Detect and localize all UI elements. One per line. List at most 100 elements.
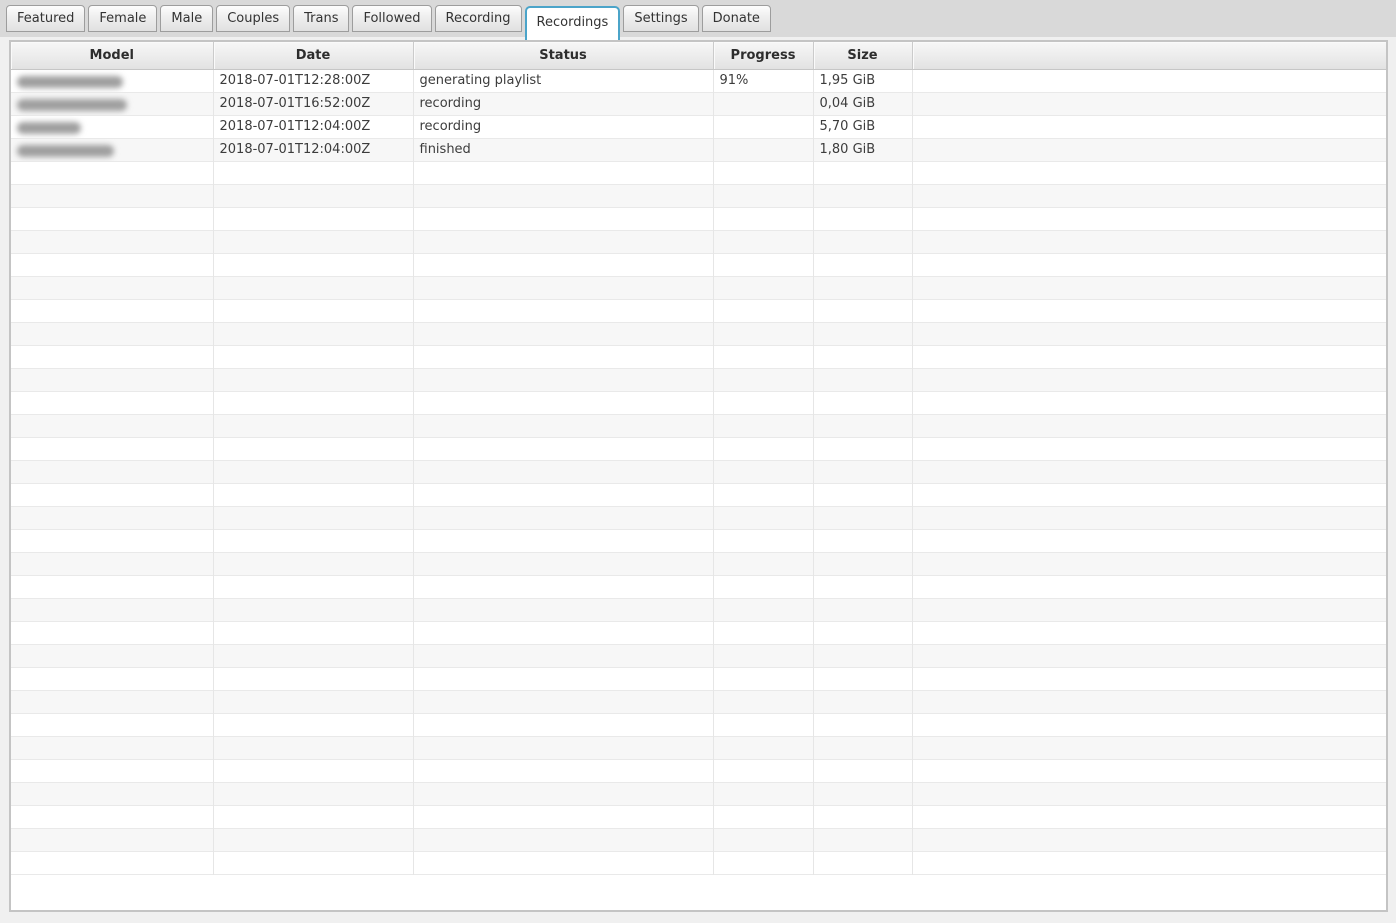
cell-size (813, 437, 912, 460)
table-row-empty (11, 644, 1386, 667)
table-body: 2018-07-01T12:28:00Zgenerating playlist9… (11, 69, 1386, 874)
cell-status (413, 690, 713, 713)
column-header-date[interactable]: Date (213, 42, 413, 69)
cell-progress (713, 506, 813, 529)
column-header-model[interactable]: Model (11, 42, 213, 69)
table-header-row: ModelDateStatusProgressSize (11, 42, 1386, 69)
table-row-empty (11, 690, 1386, 713)
cell-date (213, 782, 413, 805)
tab-female[interactable]: Female (88, 5, 157, 32)
cell-size (813, 253, 912, 276)
cell-filler (912, 713, 1386, 736)
cell-date (213, 667, 413, 690)
table-row-empty (11, 759, 1386, 782)
redacted-model-name (17, 122, 81, 134)
cell-progress (713, 368, 813, 391)
table-row-empty (11, 437, 1386, 460)
table-row[interactable]: 2018-07-01T12:28:00Zgenerating playlist9… (11, 69, 1386, 92)
cell-model (11, 575, 213, 598)
cell-date (213, 575, 413, 598)
cell-filler (912, 276, 1386, 299)
cell-model (11, 736, 213, 759)
cell-size (813, 391, 912, 414)
cell-progress (713, 575, 813, 598)
cell-size (813, 161, 912, 184)
cell-size (813, 575, 912, 598)
cell-date (213, 437, 413, 460)
cell-progress (713, 414, 813, 437)
table-row-empty (11, 529, 1386, 552)
tab-followed[interactable]: Followed (352, 5, 431, 32)
cell-progress (713, 483, 813, 506)
table-row-empty (11, 552, 1386, 575)
column-header-status[interactable]: Status (413, 42, 713, 69)
cell-size (813, 690, 912, 713)
cell-date (213, 460, 413, 483)
cell-status (413, 805, 713, 828)
cell-filler (912, 851, 1386, 874)
cell-date (213, 598, 413, 621)
cell-status (413, 391, 713, 414)
cell-size (813, 483, 912, 506)
cell-size: 1,80 GiB (813, 138, 912, 161)
cell-filler (912, 391, 1386, 414)
table-row-empty (11, 782, 1386, 805)
cell-filler (912, 368, 1386, 391)
cell-filler (912, 184, 1386, 207)
column-header-size[interactable]: Size (813, 42, 912, 69)
table-row-empty (11, 460, 1386, 483)
table-row-empty (11, 230, 1386, 253)
cell-progress (713, 437, 813, 460)
cell-model (11, 92, 213, 115)
cell-date (213, 414, 413, 437)
cell-status: recording (413, 92, 713, 115)
cell-date (213, 368, 413, 391)
cell-filler (912, 782, 1386, 805)
table-row-empty (11, 345, 1386, 368)
cell-model (11, 230, 213, 253)
column-header-progress[interactable]: Progress (713, 42, 813, 69)
cell-model (11, 598, 213, 621)
cell-date (213, 483, 413, 506)
cell-progress (713, 713, 813, 736)
table-row[interactable]: 2018-07-01T12:04:00Zrecording5,70 GiB (11, 115, 1386, 138)
table-row-empty (11, 322, 1386, 345)
cell-model (11, 115, 213, 138)
cell-size: 5,70 GiB (813, 115, 912, 138)
cell-filler (912, 437, 1386, 460)
tab-trans[interactable]: Trans (293, 5, 349, 32)
column-header-filler (912, 42, 1386, 69)
cell-size (813, 207, 912, 230)
cell-status (413, 299, 713, 322)
tab-couples[interactable]: Couples (216, 5, 290, 32)
cell-progress (713, 253, 813, 276)
cell-status (413, 851, 713, 874)
table-row[interactable]: 2018-07-01T16:52:00Zrecording0,04 GiB (11, 92, 1386, 115)
cell-progress (713, 759, 813, 782)
cell-date (213, 828, 413, 851)
cell-progress: 91% (713, 69, 813, 92)
cell-filler (912, 506, 1386, 529)
cell-size (813, 598, 912, 621)
cell-status (413, 253, 713, 276)
cell-filler (912, 138, 1386, 161)
cell-model (11, 713, 213, 736)
tab-settings[interactable]: Settings (623, 5, 698, 32)
cell-model (11, 184, 213, 207)
cell-model (11, 759, 213, 782)
tab-donate[interactable]: Donate (702, 5, 771, 32)
cell-size (813, 345, 912, 368)
tab-bar: FeaturedFemaleMaleCouplesTransFollowedRe… (0, 0, 1396, 37)
cell-status: finished (413, 138, 713, 161)
cell-filler (912, 69, 1386, 92)
tab-featured[interactable]: Featured (6, 5, 85, 32)
cell-filler (912, 529, 1386, 552)
cell-size: 1,95 GiB (813, 69, 912, 92)
table-row-empty (11, 184, 1386, 207)
cell-status (413, 322, 713, 345)
tab-male[interactable]: Male (160, 5, 213, 32)
table-row[interactable]: 2018-07-01T12:04:00Zfinished1,80 GiB (11, 138, 1386, 161)
tab-recordings[interactable]: Recordings (525, 6, 621, 40)
tab-recording[interactable]: Recording (435, 5, 522, 32)
cell-size (813, 851, 912, 874)
